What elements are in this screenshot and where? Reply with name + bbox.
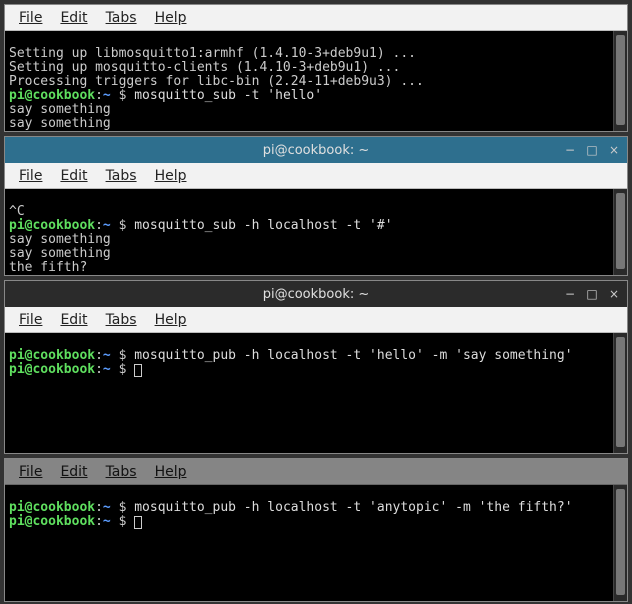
menu-help[interactable]: Help [147, 166, 195, 186]
menu-edit[interactable]: Edit [52, 166, 95, 186]
menu-help[interactable]: Help [147, 310, 195, 330]
output-line: say something [9, 116, 111, 131]
prompt-userhost: pi@cookbook [9, 218, 95, 233]
menu-tabs[interactable]: Tabs [98, 8, 145, 28]
menubar: File Edit Tabs Help [5, 5, 627, 31]
terminal-output[interactable]: Setting up libmosquitto1:armhf (1.4.10-3… [5, 31, 613, 131]
menu-file[interactable]: File [11, 462, 50, 482]
terminal-window-1: File Edit Tabs Help Setting up libmosqui… [4, 4, 628, 132]
maximize-button[interactable]: □ [585, 287, 599, 301]
window-title: pi@cookbook: ~ [263, 287, 370, 302]
terminal-window-3: pi@cookbook: ~ − □ × File Edit Tabs Help… [4, 280, 628, 454]
prompt-userhost: pi@cookbook [9, 88, 95, 103]
menu-tabs[interactable]: Tabs [98, 310, 145, 330]
terminal-output[interactable]: pi@cookbook:~ $ mosquitto_pub -h localho… [5, 485, 613, 601]
prompt-userhost: pi@cookbook [9, 514, 95, 529]
menu-file[interactable]: File [11, 166, 50, 186]
prompt-path: ~ [103, 362, 111, 377]
output-line: Setting up mosquitto-clients (1.4.10-3+d… [9, 60, 400, 75]
prompt-path: ~ [103, 218, 111, 233]
cursor [134, 364, 142, 377]
menu-tabs[interactable]: Tabs [98, 166, 145, 186]
cursor [134, 516, 142, 529]
window-title: pi@cookbook: ~ [263, 143, 370, 158]
prompt-path: ~ [103, 514, 111, 529]
menubar: File Edit Tabs Help [5, 307, 627, 333]
menu-file[interactable]: File [11, 8, 50, 28]
titlebar[interactable]: pi@cookbook: ~ − □ × [5, 137, 627, 163]
scrollbar[interactable] [613, 31, 627, 131]
close-button[interactable]: × [607, 143, 621, 157]
output-line: say something [9, 102, 111, 117]
prompt-path: ~ [103, 348, 111, 363]
command: mosquitto_pub -h localhost -t 'anytopic'… [134, 500, 572, 515]
prompt-path: ~ [103, 88, 111, 103]
terminal-window-2: pi@cookbook: ~ − □ × File Edit Tabs Help… [4, 136, 628, 276]
prompt-path: ~ [103, 500, 111, 515]
menu-edit[interactable]: Edit [52, 462, 95, 482]
terminal-window-4: File Edit Tabs Help pi@cookbook:~ $ mosq… [4, 458, 628, 602]
menu-file[interactable]: File [11, 310, 50, 330]
menu-edit[interactable]: Edit [52, 310, 95, 330]
maximize-button[interactable]: □ [585, 143, 599, 157]
command: mosquitto_pub -h localhost -t 'hello' -m… [134, 348, 572, 363]
prompt-userhost: pi@cookbook [9, 500, 95, 515]
close-button[interactable]: × [607, 287, 621, 301]
command: mosquitto_sub -h localhost -t '#' [134, 218, 392, 233]
output-line: say something [9, 232, 111, 247]
menu-edit[interactable]: Edit [52, 8, 95, 28]
prompt-userhost: pi@cookbook [9, 362, 95, 377]
titlebar[interactable]: pi@cookbook: ~ − □ × [5, 281, 627, 307]
menu-help[interactable]: Help [147, 8, 195, 28]
command: mosquitto_sub -t 'hello' [134, 88, 322, 103]
minimize-button[interactable]: − [563, 287, 577, 301]
menu-help[interactable]: Help [147, 462, 195, 482]
menu-tabs[interactable]: Tabs [98, 462, 145, 482]
terminal-output[interactable]: ^C pi@cookbook:~ $ mosquitto_sub -h loca… [5, 189, 613, 275]
output-line: Setting up libmosquitto1:armhf (1.4.10-3… [9, 46, 416, 61]
scrollbar[interactable] [613, 333, 627, 453]
output-line: Processing triggers for libc-bin (2.24-1… [9, 74, 424, 89]
terminal-output[interactable]: pi@cookbook:~ $ mosquitto_pub -h localho… [5, 333, 613, 453]
menubar: File Edit Tabs Help [5, 459, 627, 485]
scrollbar[interactable] [613, 189, 627, 275]
minimize-button[interactable]: − [563, 143, 577, 157]
output-line: ^C [9, 204, 25, 219]
menubar: File Edit Tabs Help [5, 163, 627, 189]
prompt-userhost: pi@cookbook [9, 348, 95, 363]
output-line: the fifth? [9, 260, 87, 275]
output-line: say something [9, 246, 111, 261]
scrollbar[interactable] [613, 485, 627, 601]
